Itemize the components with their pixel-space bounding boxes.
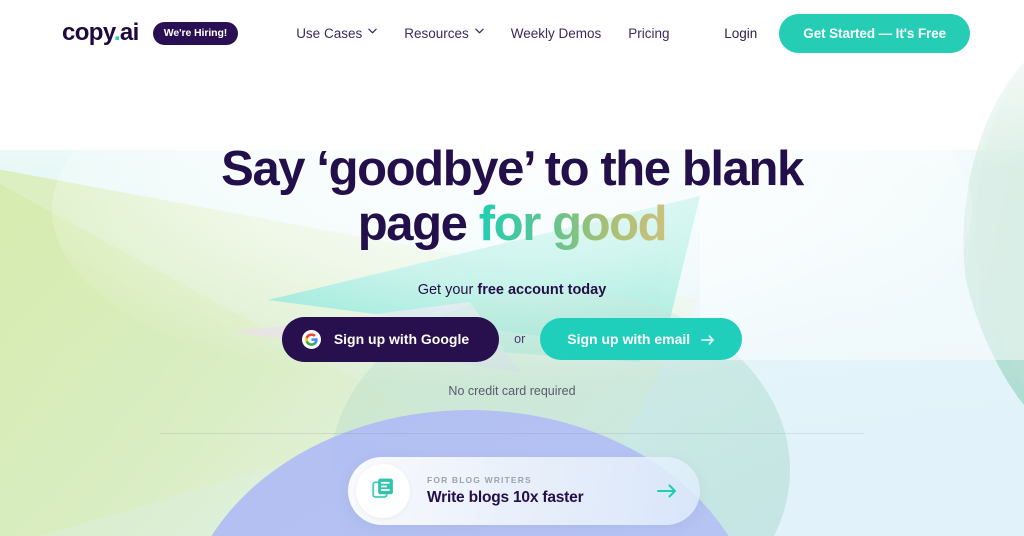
headline-line-1: Say ‘goodbye’ to the blank bbox=[221, 142, 804, 196]
page-title: Say ‘goodbye’ to the blank page for good bbox=[162, 142, 862, 252]
sign-up-with-google-button[interactable]: Sign up with Google bbox=[281, 316, 500, 362]
nav-label-weekly-demos: Weekly Demos bbox=[510, 25, 602, 41]
no-credit-card-note: No credit card required bbox=[448, 383, 576, 398]
subtitle-bold: free account today bbox=[477, 281, 607, 298]
or-separator-label: or bbox=[514, 332, 526, 347]
nav-item-weekly-demos[interactable]: Weekly Demos bbox=[511, 26, 602, 41]
feature-card-icon-circle bbox=[356, 464, 410, 518]
site-header: copy.ai We're Hiring! Use Cases Resource… bbox=[0, 0, 1024, 66]
subtitle-normal: Get your bbox=[417, 281, 478, 298]
nav-label-pricing: Pricing bbox=[628, 25, 670, 41]
hero-section: Say ‘goodbye’ to the blank page for good… bbox=[0, 66, 1024, 398]
copyai-logo[interactable]: copy.ai bbox=[62, 21, 139, 45]
sign-up-with-email-button[interactable]: Sign up with email bbox=[540, 318, 743, 361]
feature-card-text: FOR BLOG WRITERS Write blogs 10x faster bbox=[427, 475, 656, 507]
google-g-icon bbox=[301, 329, 321, 349]
feature-card-eyebrow: FOR BLOG WRITERS bbox=[427, 475, 532, 485]
logo-suffix: ai bbox=[119, 19, 139, 46]
get-started-button[interactable]: Get Started — It's Free bbox=[779, 13, 970, 53]
nav-label-resources: Resources bbox=[404, 25, 469, 41]
login-link[interactable]: Login bbox=[724, 26, 757, 41]
feature-card-blog-writers[interactable]: FOR BLOG WRITERS Write blogs 10x faster bbox=[348, 457, 700, 525]
nav-label-use-cases: Use Cases bbox=[296, 25, 363, 41]
nav-item-use-cases[interactable]: Use Cases bbox=[296, 26, 377, 41]
arrow-right-icon bbox=[701, 333, 715, 345]
signup-button-row: Sign up with Google or Sign up with emai… bbox=[0, 316, 1024, 362]
hero-subtitle: Get your free account today bbox=[0, 282, 1024, 298]
nav-item-resources[interactable]: Resources bbox=[404, 26, 484, 41]
main-navigation: Use Cases Resources Weekly Demos Pricing bbox=[296, 26, 669, 41]
arrow-right-icon[interactable] bbox=[656, 483, 678, 499]
headline-line-2-gradient: for good bbox=[478, 196, 668, 251]
logo-text: copy bbox=[62, 19, 114, 46]
chevron-down-icon bbox=[475, 28, 484, 37]
nav-item-pricing[interactable]: Pricing bbox=[628, 26, 669, 41]
google-button-label: Sign up with Google bbox=[333, 331, 470, 348]
feature-card-title: Write blogs 10x faster bbox=[427, 489, 584, 506]
section-divider bbox=[160, 433, 864, 434]
email-button-label: Sign up with email bbox=[567, 331, 691, 348]
header-actions: Login Get Started — It's Free bbox=[724, 13, 970, 53]
stacked-documents-icon bbox=[371, 476, 396, 506]
were-hiring-badge[interactable]: We're Hiring! bbox=[152, 21, 239, 45]
chevron-down-icon bbox=[368, 28, 377, 37]
headline-line-2-dark: page bbox=[357, 196, 479, 251]
brand-group: copy.ai We're Hiring! bbox=[62, 21, 239, 45]
